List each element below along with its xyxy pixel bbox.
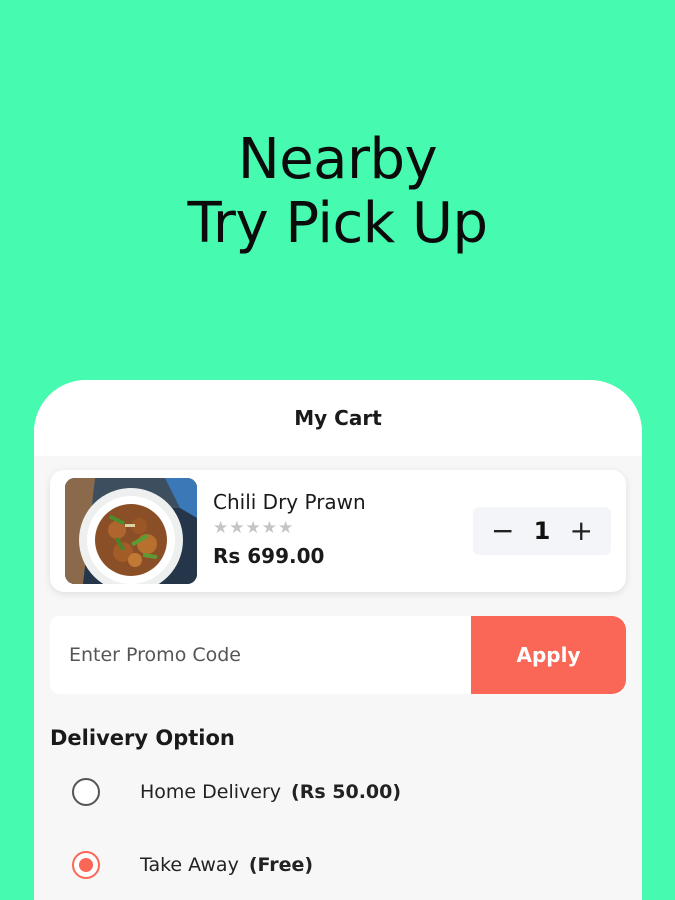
phone-screen: My Cart Chili Dry Prawn ★★★★★ Rs 699.00 … xyxy=(34,380,642,900)
option-label: Take Away xyxy=(140,854,239,876)
quantity-value: 1 xyxy=(533,517,551,545)
plus-icon[interactable]: + xyxy=(570,517,593,545)
headline-line-1: Nearby xyxy=(237,127,438,192)
option-price: (Rs 50.00) xyxy=(291,781,402,803)
promo-code-input[interactable] xyxy=(50,616,471,694)
food-photo-icon xyxy=(65,478,197,584)
promo-section: Apply xyxy=(50,616,626,694)
food-image xyxy=(65,478,197,584)
delivery-option-home[interactable]: Home Delivery (Rs 50.00) xyxy=(72,778,401,806)
option-label: Home Delivery xyxy=(140,781,282,803)
star-icon: ★★★★★ xyxy=(213,518,295,538)
cart-header: My Cart xyxy=(34,380,642,456)
delivery-option-title: Delivery Option xyxy=(50,726,235,750)
item-name: Chili Dry Prawn xyxy=(213,490,366,514)
quantity-stepper: − 1 + xyxy=(473,507,611,555)
radio-unchecked-icon[interactable] xyxy=(72,778,100,806)
apply-button[interactable]: Apply xyxy=(471,616,626,694)
headline-line-2: Try Pick Up xyxy=(187,191,488,256)
item-price: Rs 699.00 xyxy=(213,544,325,568)
cart-item: Chili Dry Prawn ★★★★★ Rs 699.00 − 1 + xyxy=(50,470,626,592)
delivery-option-takeaway[interactable]: Take Away (Free) xyxy=(72,851,313,879)
minus-icon[interactable]: − xyxy=(491,517,514,545)
radio-checked-icon[interactable] xyxy=(72,851,100,879)
headline: Nearby Try Pick Up xyxy=(0,128,675,256)
option-price: (Free) xyxy=(248,854,314,876)
page-title: My Cart xyxy=(294,406,382,430)
